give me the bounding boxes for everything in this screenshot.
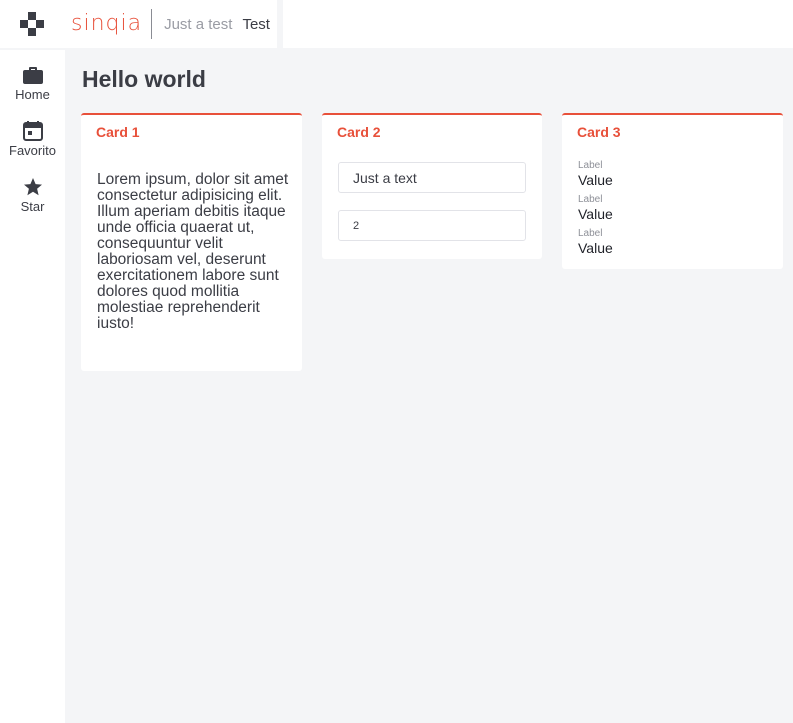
sidebar-item-home[interactable]: Home: [0, 50, 65, 106]
card-1: Card 1 Lorem ipsum, dolor sit amet conse…: [81, 113, 302, 371]
calendar-icon: [22, 120, 44, 142]
header-right-area: [283, 0, 793, 48]
field-value: Value: [578, 172, 613, 188]
field-label: Label: [578, 194, 603, 205]
card-title: Card 1: [96, 124, 140, 140]
page-title: Hello world: [82, 66, 206, 92]
sidebar: Home Favorito Star: [0, 50, 65, 723]
sidebar-item-label: Star: [20, 199, 45, 214]
breadcrumb-item-current: Test: [242, 15, 270, 33]
star-icon: [22, 176, 44, 198]
field-value: Value: [578, 206, 613, 222]
card-body-text: Lorem ipsum, dolor sit amet consectetur …: [97, 171, 289, 332]
card-title: Card 3: [577, 124, 621, 140]
briefcase-icon: [22, 64, 44, 86]
sidebar-item-star[interactable]: Star: [0, 162, 65, 218]
card-title: Card 2: [337, 124, 381, 140]
field-label: Label: [578, 228, 603, 239]
sidebar-item-favorito[interactable]: Favorito: [0, 106, 65, 162]
sidebar-item-label: Home: [15, 87, 50, 102]
field-value: Value: [578, 240, 613, 256]
app-logo[interactable]: [0, 0, 64, 48]
breadcrumb-item-parent[interactable]: Just a test: [164, 16, 232, 33]
field-group: Label Value: [578, 160, 613, 188]
number-input[interactable]: [338, 210, 526, 241]
field-group: Label Value: [578, 228, 613, 256]
top-bar: sinqia Just a test Test: [0, 0, 793, 48]
brand-bar: sinqia Just a test Test: [64, 0, 277, 48]
logo-icon: [20, 12, 44, 36]
card-3: Card 3 Label Value Label Value Label Val…: [562, 113, 783, 269]
sidebar-item-label: Favorito: [9, 143, 56, 158]
brand-name: sinqia: [71, 9, 153, 39]
field-group: Label Value: [578, 194, 613, 222]
card-2: Card 2: [322, 113, 542, 259]
text-input[interactable]: [338, 162, 526, 193]
field-label: Label: [578, 160, 603, 171]
